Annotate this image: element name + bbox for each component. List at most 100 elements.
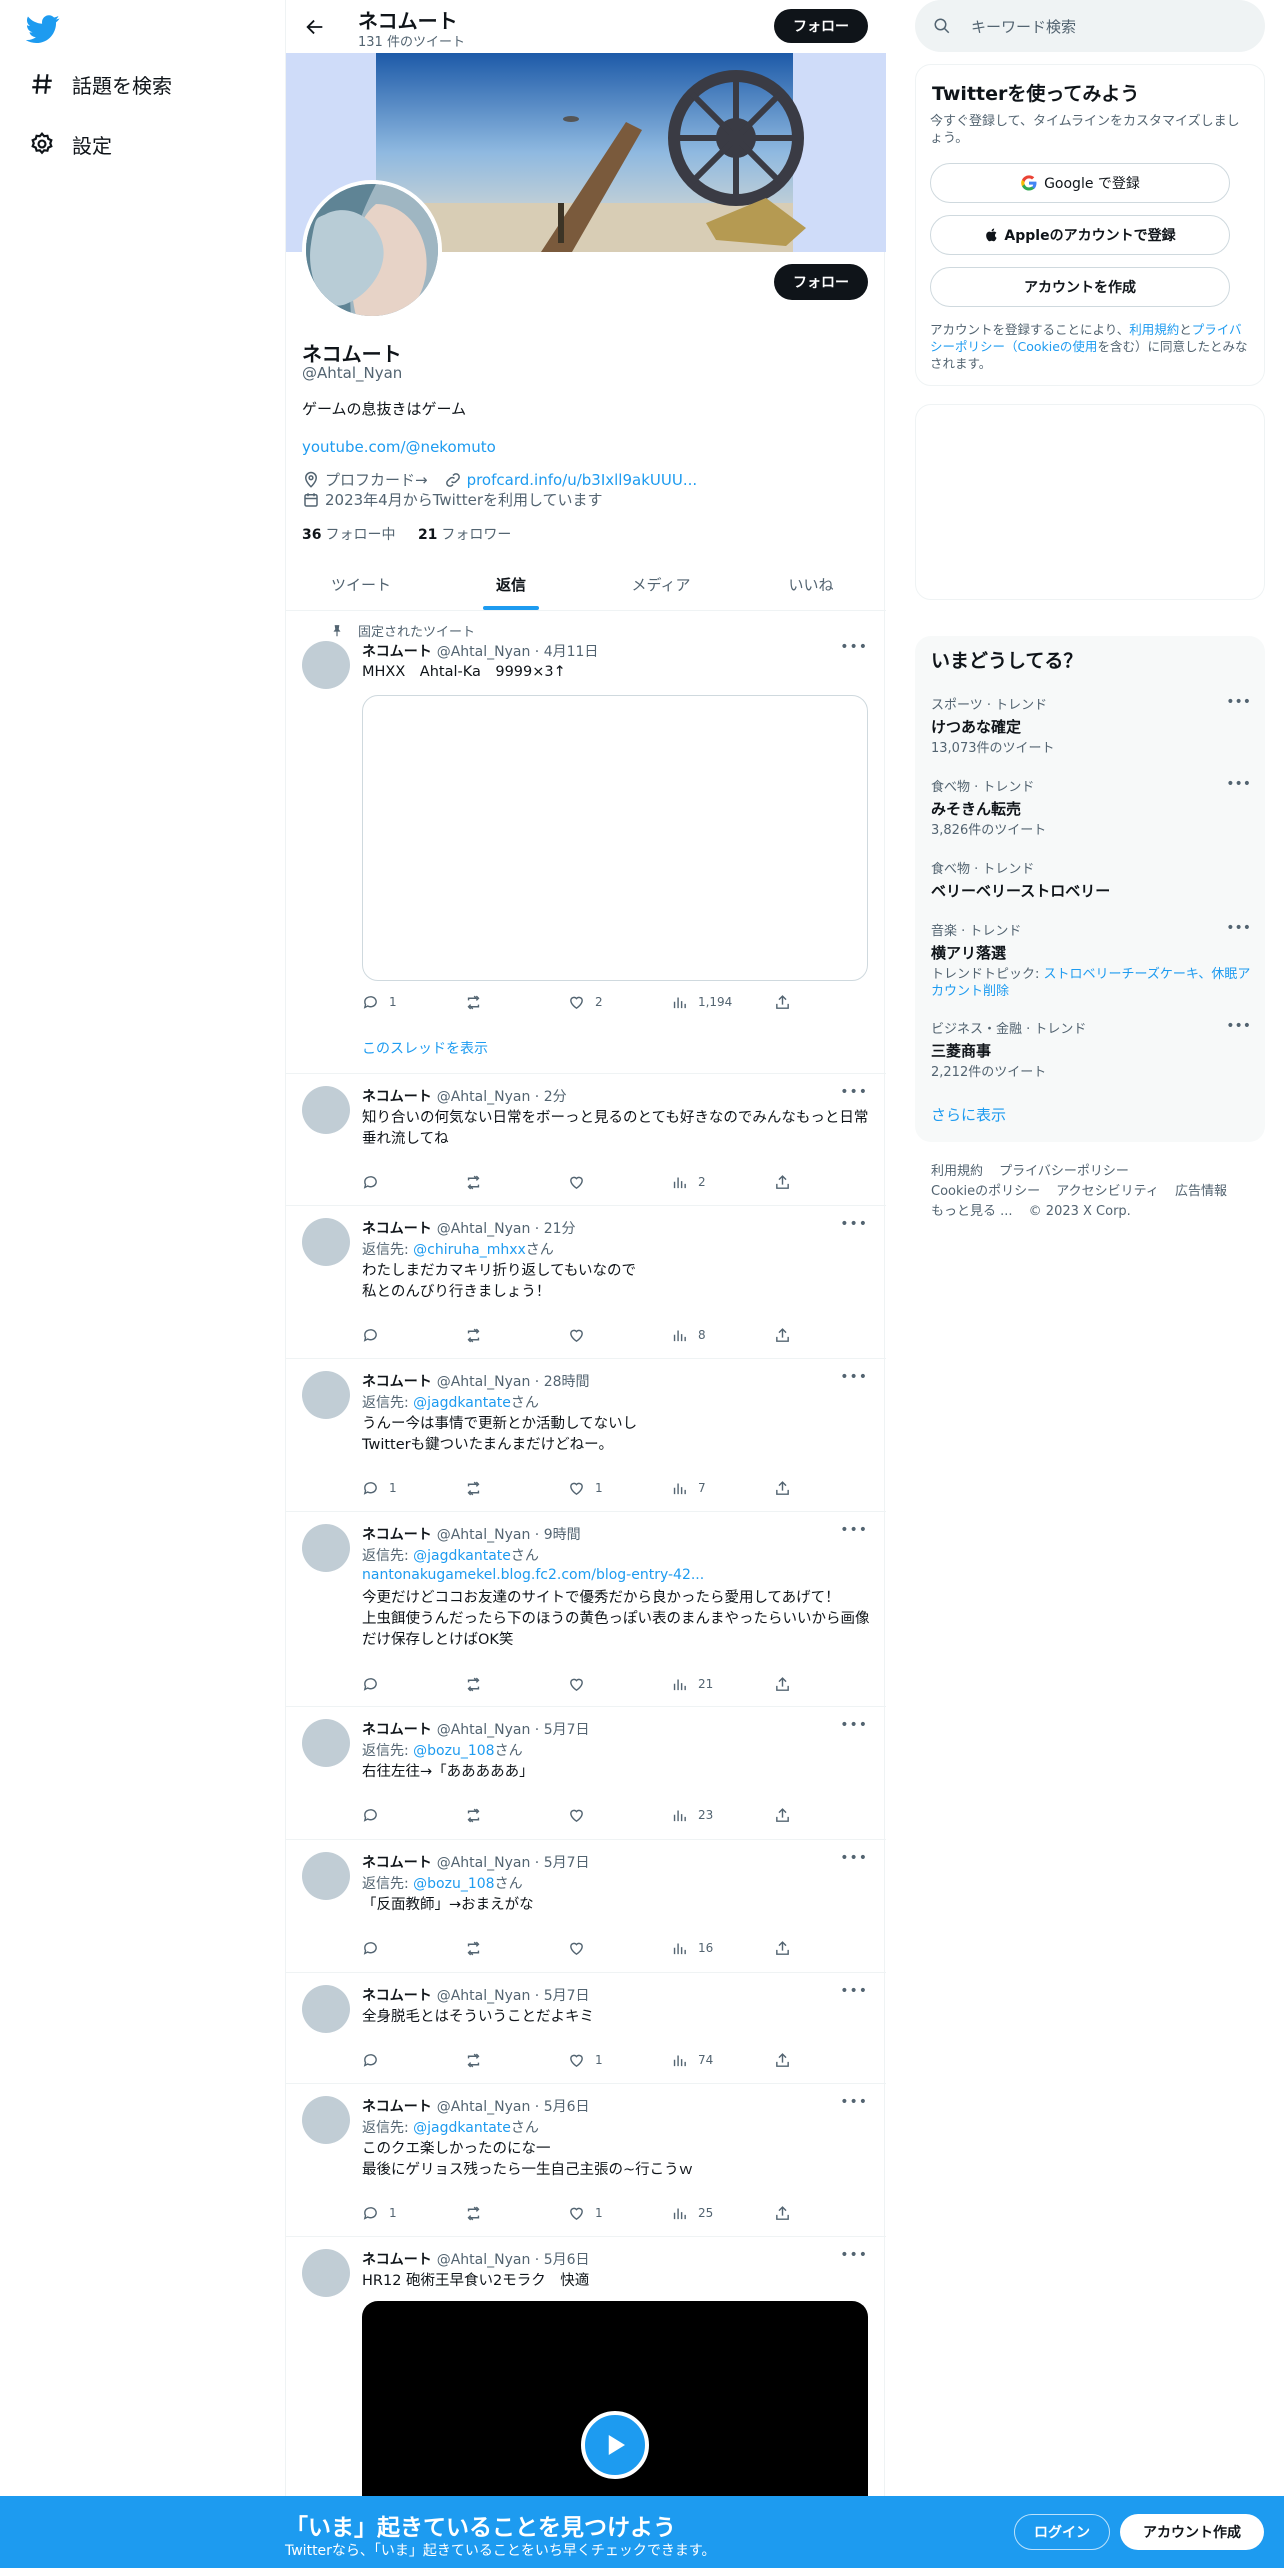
retweet-button[interactable] [465,1478,568,1498]
more-icon[interactable]: ••• [1226,920,1251,936]
profile-url[interactable]: profcard.info/u/b3Ixll9akUUU... [467,471,698,489]
more-icon[interactable]: ••• [840,1369,868,1385]
tweet[interactable]: ネコムート @Ahtal_Nyan · 21分 ••• 返信先: @chiruha… [286,1206,886,1359]
profile-bio-link[interactable]: youtube.com/@nekomuto [302,438,496,456]
header-follow-button[interactable]: フォロー [774,9,868,43]
search-input[interactable]: キーワード検索 [971,16,1076,37]
more-icon[interactable]: ••• [840,2247,868,2263]
more-icon[interactable]: ••• [840,2094,868,2110]
avatar[interactable] [302,1852,350,1900]
views-button[interactable]: 23 [671,1805,774,1825]
google-signup-button[interactable]: Google で登録 [930,163,1230,203]
avatar[interactable] [302,1371,350,1419]
tab-likes[interactable]: いいね [736,558,886,610]
retweet-button[interactable] [465,2050,568,2070]
show-thread-link[interactable]: このスレッドを表示 [362,1038,488,1058]
twitter-logo-icon[interactable] [25,12,66,46]
share-button[interactable] [774,1674,802,1694]
tweet-author[interactable]: ネコムート [362,1221,432,1237]
like-button[interactable]: 2 [568,992,671,1012]
tweet-author[interactable]: ネコムート [362,1089,432,1105]
avatar[interactable] [302,2096,350,2144]
apple-signup-button[interactable]: Appleのアカウントで登録 [930,215,1230,255]
tweet-pinned[interactable]: 固定されたツイート ネコムート @Ahtal_Nyan · 4月11日 ••• M… [286,611,886,1074]
play-icon[interactable] [581,2411,649,2479]
profile-follow-button[interactable]: フォロー [774,264,868,300]
more-icon[interactable]: ••• [1226,1018,1251,1034]
tweet[interactable]: ネコムート @Ahtal_Nyan · 2分 ••• 知り合いの何気ない日常をボー… [286,1074,886,1206]
reply-button[interactable] [362,2050,465,2070]
trend-item[interactable]: 食べ物 · トレンド ベリーベリーストロベリー [931,858,1251,901]
share-button[interactable] [774,1805,802,1825]
search-box[interactable]: キーワード検索 [915,0,1265,52]
trend-item[interactable]: ビジネス・金融 · トレンド 三菱商事 2,212件のツイート ••• [931,1018,1251,1081]
reply-button[interactable] [362,1805,465,1825]
more-icon[interactable]: ••• [840,1216,868,1232]
tweet-link[interactable]: nantonakugamekel.blog.fc2.com/blog-entry… [362,1567,704,1583]
tweet-media-card[interactable] [362,695,868,981]
tweet-author[interactable]: ネコムート [362,644,432,660]
like-button[interactable]: 1 [568,1478,671,1498]
signup-button[interactable]: アカウント作成 [1120,2514,1264,2550]
tweet-author[interactable]: ネコムート [362,1722,432,1738]
show-more-link[interactable]: さらに表示 [931,1104,1006,1125]
avatar[interactable] [302,1086,350,1134]
login-button[interactable]: ログイン [1014,2514,1110,2550]
share-button[interactable] [774,1478,802,1498]
tweet-author[interactable]: ネコムート [362,1527,432,1543]
reply-to-handle[interactable]: @jagdkantate [413,2120,511,2136]
tweet[interactable]: ネコムート @Ahtal_Nyan · 9時間 ••• 返信先: @jagdkan… [286,1512,886,1707]
reply-button[interactable] [362,1172,465,1192]
reply-button[interactable]: 1 [362,1478,465,1498]
tweet-author[interactable]: ネコムート [362,1988,432,2004]
retweet-button[interactable] [465,992,568,1012]
retweet-button[interactable] [465,1805,568,1825]
tweet-author[interactable]: ネコムート [362,2099,432,2115]
retweet-button[interactable] [465,1938,568,1958]
retweet-button[interactable] [465,1172,568,1192]
tab-media[interactable]: メディア [586,558,736,610]
more-icon[interactable]: ••• [1226,694,1251,710]
footer-cookie[interactable]: Cookieのポリシー [931,1184,1040,1199]
reply-button[interactable] [362,1938,465,1958]
views-button[interactable]: 25 [671,2203,774,2223]
avatar[interactable] [302,1218,350,1266]
terms-link[interactable]: 利用規約 [1129,322,1179,337]
avatar[interactable] [302,1524,350,1572]
avatar[interactable] [302,1719,350,1767]
views-button[interactable]: 7 [671,1478,774,1498]
like-button[interactable] [568,1938,671,1958]
like-button[interactable]: 1 [568,2050,671,2070]
profile-avatar[interactable] [302,180,442,320]
footer-accessibility[interactable]: アクセシビリティ [1056,1184,1159,1199]
trend-item[interactable]: 音楽 · トレンド 横アリ落選 トレンドトピック: ストロベリーチーズケーキ、休… [931,920,1251,1000]
trend-item[interactable]: スポーツ · トレンド けつあな確定 13,073件のツイート ••• [931,694,1251,757]
views-button[interactable]: 1,194 [671,992,774,1012]
avatar[interactable] [302,2249,350,2297]
tweet-author[interactable]: ネコムート [362,2252,432,2268]
more-icon[interactable]: ••• [840,1983,868,1999]
tweet[interactable]: ネコムート @Ahtal_Nyan · 5月7日 ••• 返信先: @bozu_1… [286,1840,886,1973]
views-button[interactable]: 21 [671,1674,774,1694]
share-button[interactable] [774,1938,802,1958]
tab-tweets[interactable]: ツイート [286,558,436,610]
followers-link[interactable]: 21 フォロワー [418,527,511,543]
tweet[interactable]: ネコムート @Ahtal_Nyan · 28時間 ••• 返信先: @jagdka… [286,1359,886,1512]
views-button[interactable]: 8 [671,1325,774,1345]
reply-to-handle[interactable]: @jagdkantate [413,1548,511,1564]
reply-to-handle[interactable]: @jagdkantate [413,1395,511,1411]
share-button[interactable] [774,2050,802,2070]
create-account-button[interactable]: アカウントを作成 [930,267,1230,307]
views-button[interactable]: 2 [671,1172,774,1192]
share-button[interactable] [774,992,802,1012]
tab-replies[interactable]: 返信 [436,558,586,610]
more-icon[interactable]: ••• [840,1717,868,1733]
like-button[interactable] [568,1805,671,1825]
tweet[interactable]: ネコムート @Ahtal_Nyan · 5月7日 ••• 返信先: @bozu_1… [286,1707,886,1840]
tweet-author[interactable]: ネコムート [362,1374,432,1390]
views-button[interactable]: 74 [671,2050,774,2070]
footer-ads[interactable]: 広告情報 [1175,1184,1227,1199]
reply-button[interactable] [362,1674,465,1694]
trend-item[interactable]: 食べ物 · トレンド みそきん転売 3,826件のツイート ••• [931,776,1251,839]
share-button[interactable] [774,2203,802,2223]
